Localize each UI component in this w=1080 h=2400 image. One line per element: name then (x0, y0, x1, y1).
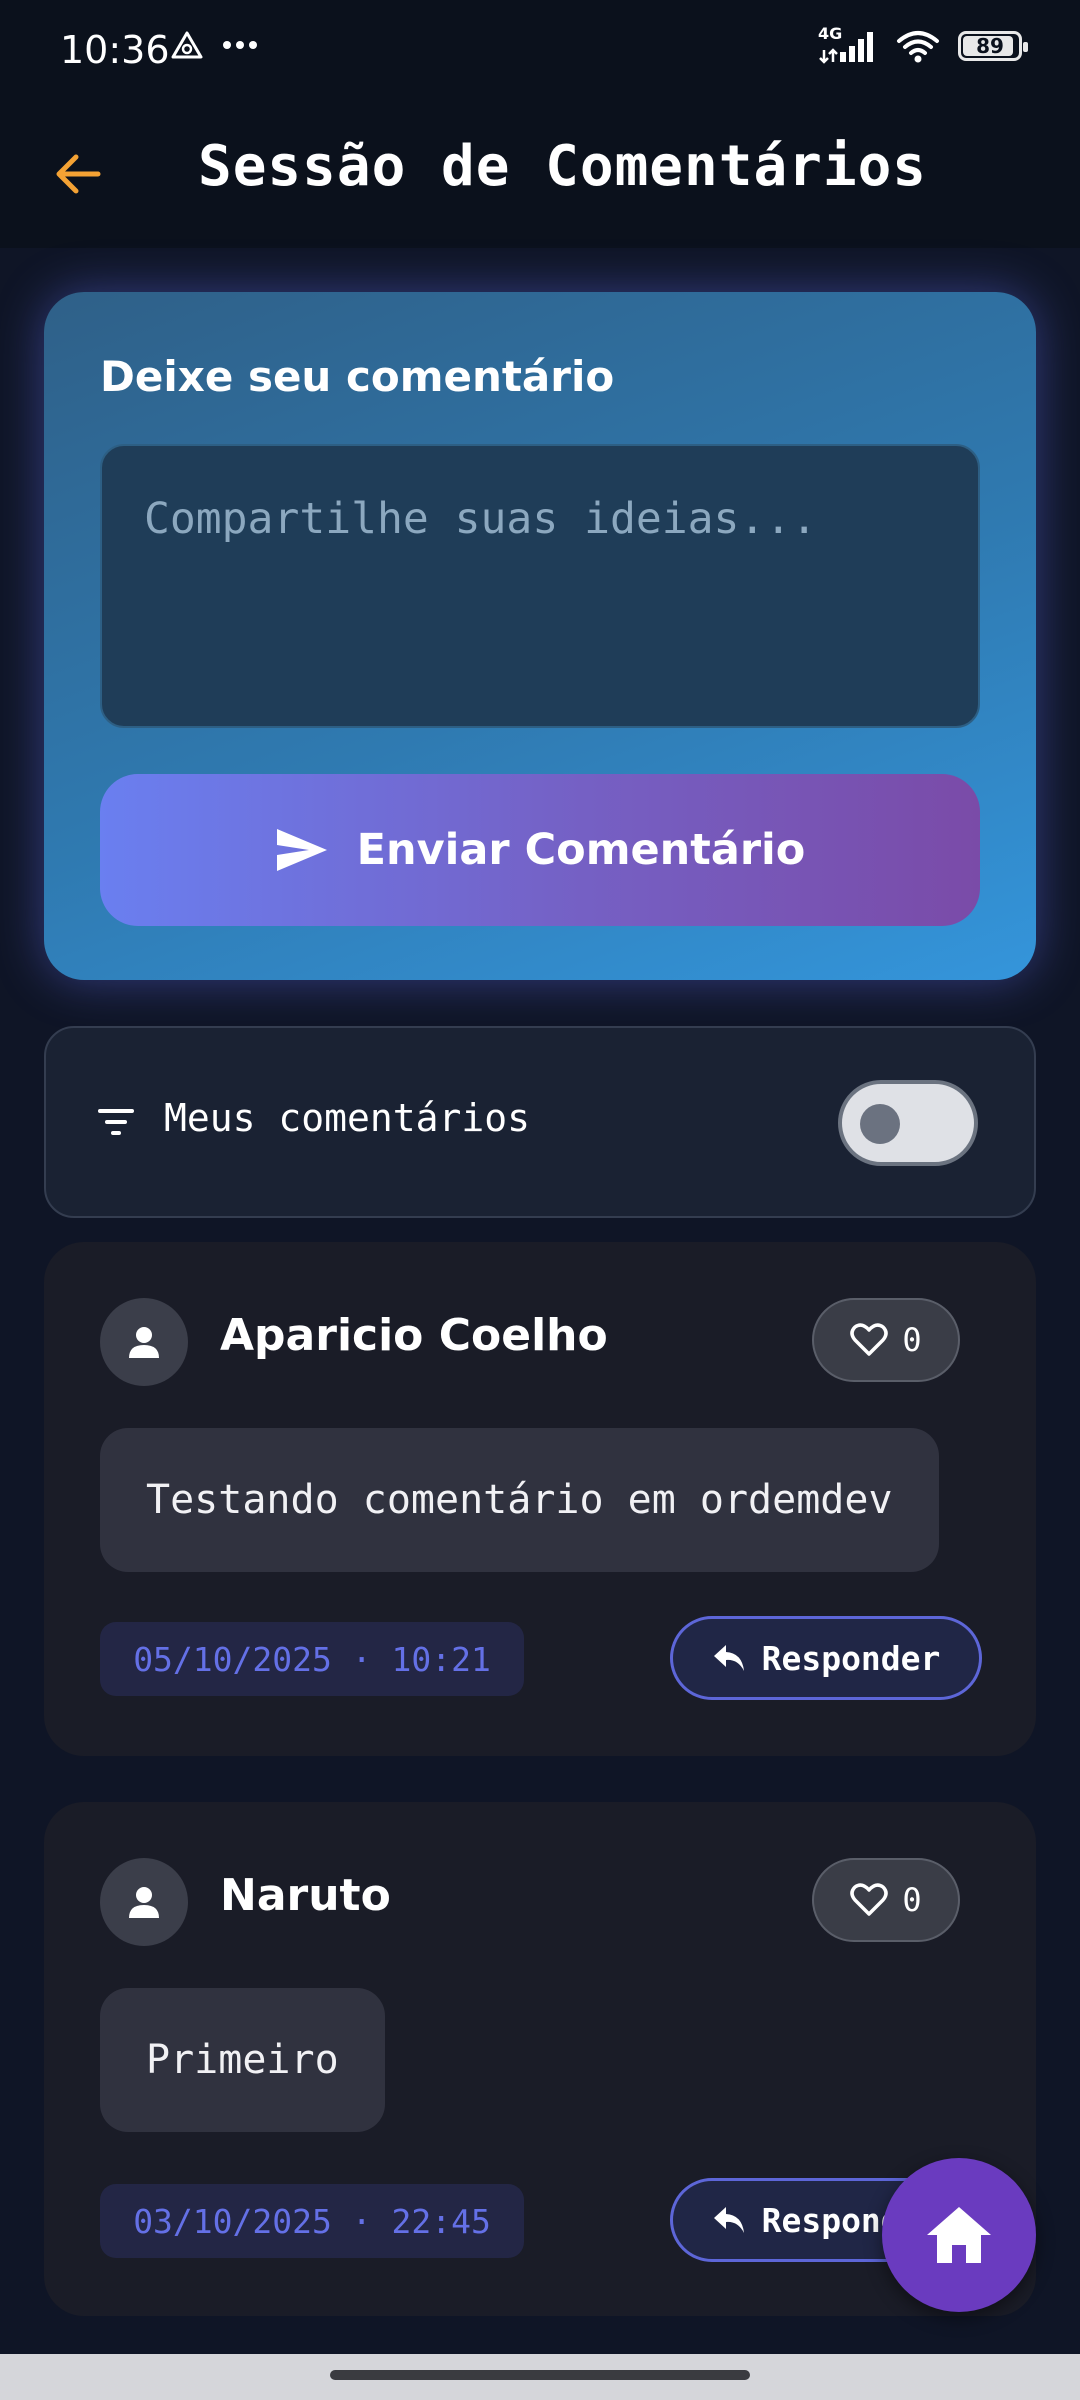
heart-icon (850, 1323, 889, 1356)
toggle-knob (860, 1104, 900, 1144)
reply-button[interactable]: Responder (670, 1616, 982, 1700)
battery-icon: 89 (958, 31, 1028, 61)
arrow-left-icon (56, 154, 101, 194)
my-comments-toggle[interactable] (838, 1080, 978, 1166)
reply-icon (713, 2207, 744, 2233)
like-button[interactable]: 0 (812, 1858, 960, 1942)
home-icon (927, 2207, 991, 2263)
home-fab-button[interactable] (882, 2158, 1036, 2312)
person-icon (129, 1887, 159, 1918)
comment-date: 05/10/2025 · 10:21 (100, 1622, 524, 1696)
more-dots-icon (223, 41, 257, 49)
comment-input[interactable] (100, 444, 980, 728)
send-button-label: Enviar Comentário (356, 825, 806, 875)
comment-date: 03/10/2025 · 22:45 (100, 2184, 524, 2258)
back-button[interactable] (48, 144, 108, 204)
like-button[interactable]: 0 (812, 1298, 960, 1382)
comment-author: Aparicio Coelho (220, 1310, 608, 1361)
person-icon (129, 1327, 159, 1358)
filter-label: Meus comentários (164, 1096, 531, 1140)
like-count: 0 (902, 1881, 922, 1919)
app-bar: Sessão de Comentários (0, 100, 1080, 248)
page-title: Sessão de Comentários (198, 134, 928, 199)
status-bar: 10:36 4G 89 (0, 0, 1080, 100)
comment-text: Primeiro (100, 1988, 385, 2132)
avatar (100, 1298, 188, 1386)
comment-card: Aparicio Coelho 0 Testando comentário em… (44, 1242, 1036, 1756)
filter-icon (98, 1109, 134, 1135)
like-count: 0 (902, 1321, 922, 1359)
signal-icon: 4G (818, 24, 878, 64)
send-icon (276, 829, 327, 871)
composer-title: Deixe seu comentário (100, 352, 615, 401)
comment-author: Naruto (220, 1870, 391, 1921)
my-comments-filter: Meus comentários (44, 1026, 1036, 1218)
comment-composer: Deixe seu comentário Enviar Comentário (44, 292, 1036, 980)
wifi-icon (897, 31, 939, 63)
comment-text: Testando comentário em ordemdev (100, 1428, 939, 1572)
status-time: 10:36 (60, 28, 170, 72)
heart-icon (850, 1883, 889, 1916)
home-indicator[interactable] (330, 2370, 750, 2380)
reply-label: Responder (761, 1638, 941, 1678)
battery-level: 89 (976, 34, 1004, 58)
send-comment-button[interactable]: Enviar Comentário (100, 774, 980, 926)
avatar (100, 1858, 188, 1946)
delta-icon (171, 31, 203, 59)
system-nav-bar (0, 2354, 1080, 2400)
reply-icon (713, 1645, 744, 1671)
